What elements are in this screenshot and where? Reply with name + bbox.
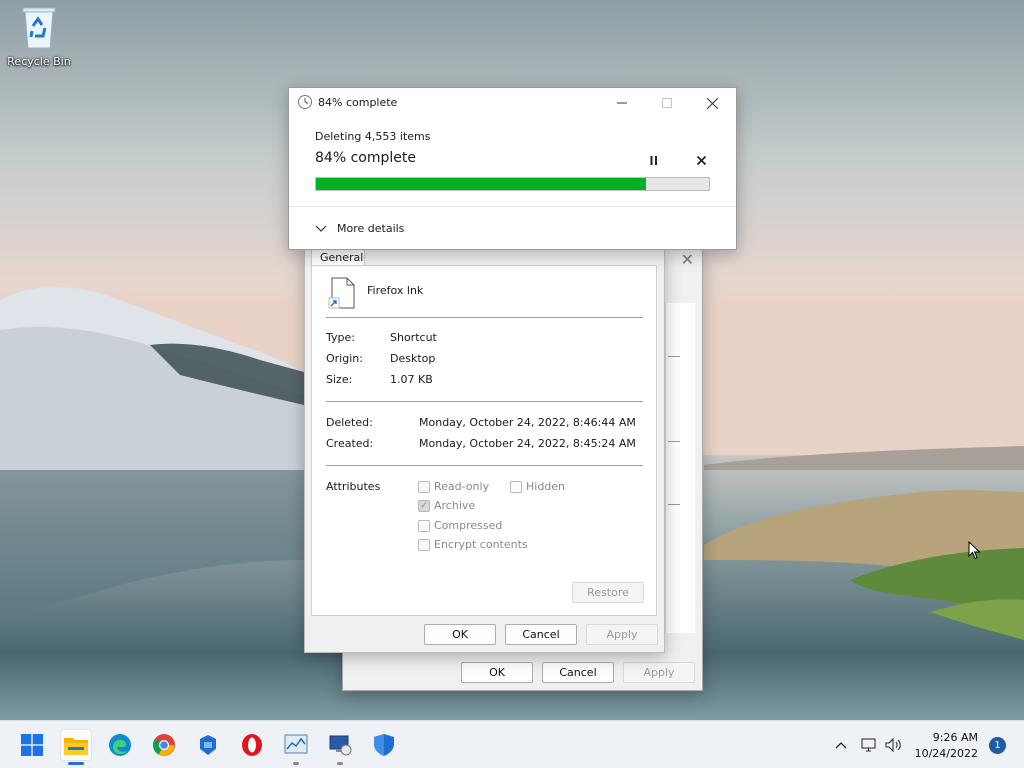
clock-icon xyxy=(298,95,312,109)
checkbox-box xyxy=(418,519,430,532)
back-button-row: OK Cancel Apply xyxy=(461,662,695,683)
taskbar-resource-monitor[interactable] xyxy=(280,729,312,765)
encrypt-checkbox[interactable]: Encrypt contents xyxy=(418,538,528,551)
operation-text: Deleting 4,553 items xyxy=(315,130,431,143)
recycle-bin-icon xyxy=(22,7,56,49)
progress-titlebar: 84% complete xyxy=(289,88,736,118)
back-cancel-button[interactable]: Cancel xyxy=(542,662,614,683)
file-explorer-icon xyxy=(64,738,88,755)
restore-button[interactable]: Restore xyxy=(572,582,644,603)
taskbar-azure-data[interactable] xyxy=(192,729,224,761)
deleted-label: Deleted: xyxy=(326,416,373,429)
divider xyxy=(326,401,643,402)
running-indicator xyxy=(337,762,343,765)
back-divider xyxy=(668,356,680,357)
type-value: Shortcut xyxy=(390,331,437,344)
divider xyxy=(289,206,736,207)
archive-checkbox[interactable]: ✓ Archive xyxy=(418,499,475,512)
origin-label: Origin: xyxy=(326,352,363,365)
readonly-checkbox[interactable]: Read-only xyxy=(418,480,489,493)
remote-desktop-icon xyxy=(329,735,352,756)
notification-badge[interactable]: 1 xyxy=(989,737,1006,754)
archive-label: Archive xyxy=(434,499,476,512)
divider xyxy=(326,465,643,466)
props-button-row: OK Cancel Apply xyxy=(424,624,658,645)
ok-button[interactable]: OK xyxy=(424,624,496,645)
edge-icon xyxy=(109,734,131,756)
attributes-label: Attributes xyxy=(326,480,381,493)
chevron-down-icon xyxy=(315,225,327,232)
clock[interactable]: 9:26 AM 10/24/2022 xyxy=(915,730,978,762)
readonly-label: Read-only xyxy=(434,480,490,493)
active-indicator xyxy=(68,762,84,765)
deleted-value: Monday, October 24, 2022, 8:46:44 AM xyxy=(419,416,636,429)
taskbar-edge[interactable] xyxy=(104,729,136,761)
chrome-icon xyxy=(152,734,175,756)
minimize-icon[interactable] xyxy=(610,94,634,112)
taskbar: 9:26 AM 10/24/2022 1 xyxy=(0,720,1024,768)
more-details-toggle[interactable]: More details xyxy=(315,222,404,235)
tab-general[interactable]: General xyxy=(311,248,365,266)
back-ok-button[interactable]: OK xyxy=(461,662,533,683)
origin-value: Desktop xyxy=(390,352,436,365)
show-hidden-icons-chevron-up-icon[interactable] xyxy=(832,736,850,754)
defender-icon xyxy=(374,734,394,756)
cancel-operation-icon[interactable] xyxy=(692,152,710,168)
hidden-label: Hidden xyxy=(526,480,566,493)
delete-progress-window: 84% complete Deleting 4,553 items 84% co… xyxy=(288,87,737,250)
checkbox-box xyxy=(510,480,522,493)
encrypt-label: Encrypt contents xyxy=(434,538,528,551)
taskbar-opera[interactable] xyxy=(236,729,268,761)
file-name: Firefox lnk xyxy=(367,284,424,297)
running-indicator xyxy=(293,762,299,765)
recycle-bin-label: Recycle Bin xyxy=(7,55,71,68)
back-close-icon[interactable]: ✕ xyxy=(681,250,694,269)
clock-time: 9:26 AM xyxy=(932,731,978,744)
compressed-checkbox[interactable]: Compressed xyxy=(418,519,502,532)
back-apply-button[interactable]: Apply xyxy=(623,662,695,683)
progress-status: 84% complete xyxy=(315,150,416,166)
type-label: Type: xyxy=(326,331,355,344)
created-value: Monday, October 24, 2022, 8:45:24 AM xyxy=(419,437,636,450)
checkmark-icon: ✓ xyxy=(418,499,430,512)
more-details-label: More details xyxy=(337,222,405,235)
window-title: 84% complete xyxy=(318,96,398,109)
taskbar-defender[interactable] xyxy=(368,729,400,761)
clock-date: 10/24/2022 xyxy=(914,747,978,760)
back-divider xyxy=(668,504,680,505)
start-button[interactable] xyxy=(16,729,48,761)
azure-data-icon xyxy=(200,735,216,755)
cancel-button[interactable]: Cancel xyxy=(505,624,577,645)
volume-icon[interactable] xyxy=(884,736,902,754)
taskbar-remote-desktop[interactable] xyxy=(324,729,356,765)
taskbar-chrome[interactable] xyxy=(148,729,180,761)
back-divider xyxy=(668,441,680,442)
size-value: 1.07 KB xyxy=(390,373,433,386)
close-icon[interactable] xyxy=(700,94,724,112)
created-label: Created: xyxy=(326,437,374,450)
progress-bar-fill xyxy=(316,178,647,190)
size-label: Size: xyxy=(326,373,353,386)
shortcut-file-icon xyxy=(328,277,355,309)
taskbar-file-explorer[interactable] xyxy=(60,729,92,765)
recycle-bin-shortcut[interactable]: Recycle Bin xyxy=(4,4,74,68)
compressed-label: Compressed xyxy=(434,519,503,532)
checkbox-box xyxy=(418,480,430,493)
progress-bar xyxy=(315,177,710,191)
pause-icon[interactable] xyxy=(645,152,663,168)
maximize-icon[interactable] xyxy=(655,94,679,112)
checkbox-box xyxy=(418,538,430,551)
divider xyxy=(326,317,643,318)
windows-start-icon xyxy=(21,734,43,756)
resource-monitor-icon xyxy=(284,734,308,754)
system-tray xyxy=(832,721,902,768)
mouse-cursor-icon xyxy=(968,541,981,560)
general-panel: Firefox lnk Type: Shortcut Origin: Deskt… xyxy=(311,265,657,616)
apply-button[interactable]: Apply xyxy=(586,624,658,645)
opera-icon xyxy=(242,734,262,756)
hidden-checkbox[interactable]: Hidden xyxy=(510,480,565,493)
network-icon[interactable] xyxy=(860,736,878,754)
properties-window: General Firefox lnk Type: Shortcut Origi… xyxy=(304,247,665,653)
back-panel-edge xyxy=(665,303,695,633)
